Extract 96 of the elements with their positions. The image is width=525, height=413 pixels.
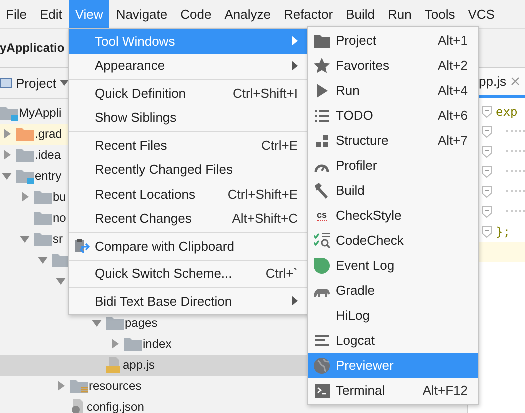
menu-item[interactable]: File	[0, 0, 33, 28]
tree-item[interactable]: .grad	[35, 128, 62, 140]
tree-item[interactable]: sr	[53, 232, 63, 246]
lines-icon	[315, 335, 329, 346]
hammer-icon	[314, 182, 330, 198]
whitespace-dots	[506, 190, 525, 194]
close-icon	[511, 77, 520, 86]
code-text: };	[496, 225, 510, 239]
list-icon	[315, 110, 329, 122]
fold-marker-icon[interactable]	[482, 106, 492, 118]
tree-item[interactable]: MyAppli	[19, 106, 62, 120]
menu-item[interactable]: VCS	[462, 0, 501, 28]
menu-entry[interactable]: Recent Files Ctrl+E	[69, 133, 308, 158]
folder-icon	[124, 336, 142, 352]
star-icon	[314, 58, 330, 74]
menu-item[interactable]: Build	[340, 0, 382, 28]
menu-entry[interactable]: Build	[308, 178, 478, 203]
window-icon	[0, 77, 12, 89]
tree-item[interactable]: .idea	[35, 148, 62, 162]
menu-entry[interactable]: Terminal Alt+F12	[308, 378, 478, 403]
menu-item[interactable]: Run	[382, 0, 418, 28]
menu-entry[interactable]: Event Log	[308, 253, 478, 278]
code-text: exp	[496, 105, 518, 119]
menu-entry[interactable]: CodeCheck	[308, 228, 478, 253]
json-file-icon	[70, 399, 86, 413]
menu-item[interactable]: Edit	[34, 0, 68, 28]
terminal-icon	[314, 384, 330, 398]
folder-icon	[34, 190, 52, 204]
globe-icon	[314, 358, 330, 374]
menu-entry[interactable]: cs CheckStyle	[308, 203, 478, 228]
collapsed-arrow-icon[interactable]	[109, 338, 121, 350]
tree-item[interactable]: config.json	[87, 400, 144, 413]
menu-entry[interactable]: Show Siblings	[69, 106, 308, 130]
tree-item[interactable]: no	[53, 212, 66, 224]
whitespace-dots	[506, 150, 525, 154]
whitespace-dots	[506, 210, 525, 214]
submenu-arrow-icon	[292, 36, 298, 46]
menu-item[interactable]: Code	[174, 0, 218, 28]
folder-icon	[16, 168, 34, 184]
menu-entry[interactable]: Gradle	[308, 278, 478, 303]
expanded-arrow-icon[interactable]	[19, 233, 31, 245]
event-log-icon	[314, 258, 330, 274]
whitespace-dots	[506, 130, 525, 134]
folder-icon	[16, 126, 34, 142]
menu-entry[interactable]: Structure Alt+7	[308, 128, 478, 153]
tree-item[interactable]: resources	[89, 380, 142, 392]
menu-item[interactable]: Navigate	[110, 0, 174, 28]
menu-item[interactable]: Refactor	[278, 0, 340, 28]
fold-marker-icon[interactable]	[482, 226, 492, 238]
project-title: yApplicatio	[0, 41, 65, 55]
menu-item[interactable]: Tools	[418, 0, 462, 28]
menu-entry[interactable]: Compare with Clipboard	[69, 234, 308, 258]
folder-icon	[70, 378, 88, 394]
tree-item[interactable]: bu	[53, 190, 66, 204]
expanded-arrow-icon[interactable]	[1, 170, 13, 182]
menu-entry[interactable]: HiLog	[308, 303, 478, 328]
whitespace-dots	[506, 170, 525, 174]
tree-item[interactable]: entry	[35, 170, 62, 182]
fold-marker-icon[interactable]	[482, 146, 492, 158]
collapsed-arrow-icon[interactable]	[19, 191, 31, 203]
menu-entry[interactable]: Profiler	[308, 153, 478, 178]
submenu-arrow-icon	[292, 296, 298, 306]
structure-icon	[316, 134, 328, 146]
menu-entry[interactable]: Bidi Text Base Direction	[69, 289, 308, 314]
folder-icon	[0, 106, 18, 120]
tree-item[interactable]: app.js	[123, 358, 156, 372]
tree-item[interactable]: pages	[125, 316, 158, 330]
menu-entry[interactable]: Quick Switch Scheme... Ctrl+`	[69, 262, 308, 286]
collapsed-arrow-icon[interactable]	[1, 128, 13, 140]
folder-icon	[34, 210, 52, 226]
check-search-icon	[314, 232, 330, 248]
menu-entry[interactable]: Recent Changes Alt+Shift+C	[69, 206, 308, 231]
submenu-arrow-icon	[292, 60, 298, 71]
fold-marker-icon[interactable]	[482, 206, 492, 218]
folder-icon	[314, 34, 330, 48]
folder-icon	[34, 232, 52, 246]
menu-entry[interactable]: Project Alt+1	[308, 28, 478, 53]
collapsed-arrow-icon[interactable]	[1, 149, 13, 161]
menu-entry[interactable]: Logcat	[308, 328, 478, 353]
fold-marker-icon[interactable]	[482, 186, 492, 198]
menu-entry[interactable]: Recent Locations Ctrl+Shift+E	[69, 182, 308, 206]
clipboard-compare-icon	[74, 238, 90, 254]
menu-item[interactable]: Analyze	[218, 0, 277, 28]
expanded-arrow-icon[interactable]	[55, 275, 67, 287]
folder-icon	[16, 148, 34, 162]
js-file-icon	[106, 357, 122, 373]
play-icon	[316, 84, 328, 98]
fold-marker-icon[interactable]	[482, 166, 492, 178]
expanded-arrow-icon[interactable]	[91, 317, 103, 329]
caret-icon	[60, 80, 70, 86]
menu-entry[interactable]: Recently Changed Files	[69, 158, 308, 182]
expanded-arrow-icon[interactable]	[37, 254, 49, 266]
menu-entry[interactable]: TODO Alt+6	[308, 103, 478, 128]
collapsed-arrow-icon[interactable]	[55, 380, 67, 392]
fold-marker-icon[interactable]	[482, 126, 492, 138]
tree-item[interactable]: index	[143, 338, 172, 350]
